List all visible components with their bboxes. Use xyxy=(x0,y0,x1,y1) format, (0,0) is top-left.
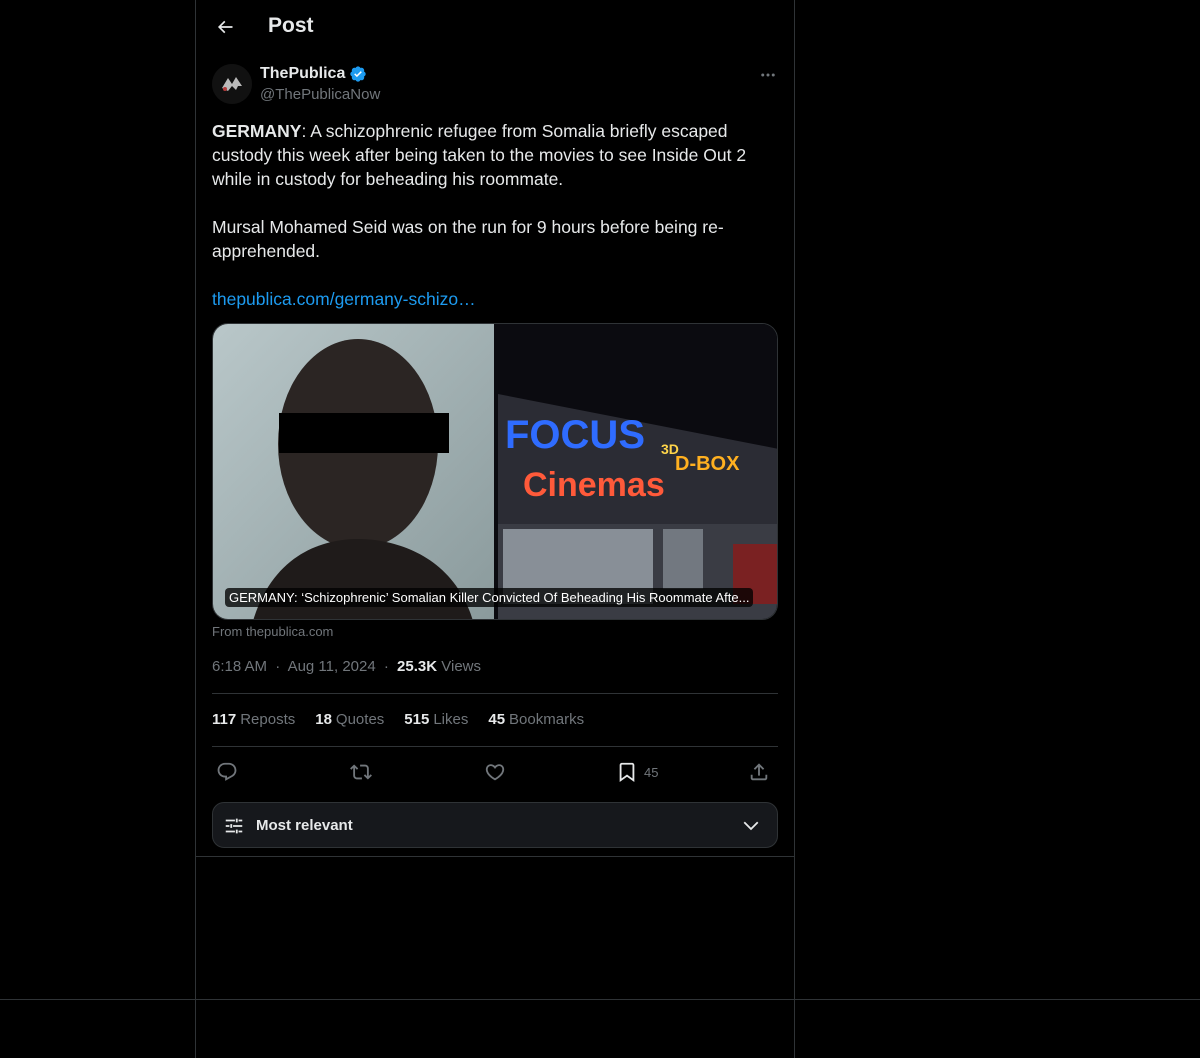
reply-sort-selector[interactable]: Most relevant xyxy=(212,802,778,848)
sign-3d-text: 3D xyxy=(661,441,679,457)
post-metadata: 6:18 AM · Aug 11, 2024 · 25.3K Views xyxy=(212,658,481,675)
share-button[interactable] xyxy=(748,758,770,786)
section-end-divider xyxy=(196,856,794,857)
author-handle[interactable]: @ThePublicaNow xyxy=(260,86,380,103)
post-time[interactable]: 6:18 AM xyxy=(212,658,267,675)
repost-button[interactable] xyxy=(350,758,372,786)
post-date[interactable]: Aug 11, 2024 xyxy=(288,658,376,675)
sign-dbox-text: D-BOX xyxy=(675,453,740,475)
bookmark-count: 45 xyxy=(644,764,659,780)
sign-cinemas-text: Cinemas xyxy=(523,466,665,504)
sign-focus-text: FOCUS xyxy=(505,413,645,457)
verified-badge-icon xyxy=(350,66,367,82)
meta-separator: · xyxy=(275,658,281,675)
chevron-down-icon xyxy=(743,821,759,831)
tweet-paragraph-2: Mursal Mohamed Seid was on the run for 9… xyxy=(212,217,724,261)
arrow-left-icon xyxy=(217,20,233,34)
publica-logo-icon xyxy=(212,64,252,104)
card-image: FOCUS Cinemas D-BOX 3D xyxy=(213,324,777,619)
views-count: 25.3K xyxy=(397,658,438,675)
tweet-lead-bold: GERMANY xyxy=(212,121,302,141)
author-name[interactable]: ThePublica xyxy=(260,65,367,83)
card-caption: GERMANY: ‘Schizophrenic’ Somalian Killer… xyxy=(225,588,754,607)
sliders-icon xyxy=(225,818,243,834)
more-dots-icon xyxy=(761,73,775,77)
views-label: Views xyxy=(441,658,481,675)
quotes-stat[interactable]: 18 Quotes xyxy=(315,711,384,728)
back-button[interactable] xyxy=(208,10,242,44)
page-title: Post xyxy=(268,14,314,37)
meta-separator-2: · xyxy=(383,658,389,675)
tweet-text: GERMANY: A schizophrenic refugee from So… xyxy=(212,119,778,311)
reposts-stat[interactable]: 117 Reposts xyxy=(212,711,295,728)
tweet-link[interactable]: thepublica.com/germany-schizo… xyxy=(212,289,476,309)
tweet-paragraph-1: GERMANY: A schizophrenic refugee from So… xyxy=(212,119,778,191)
heart-icon xyxy=(485,764,505,781)
link-preview-card[interactable]: FOCUS Cinemas D-BOX 3D GERMANY: ‘Schizop… xyxy=(212,323,778,620)
more-options-button[interactable] xyxy=(756,64,780,86)
main-column: Post ThePublica @ThePublicaNow GERMANY: … xyxy=(195,0,795,1058)
reply-icon xyxy=(217,762,237,781)
card-source[interactable]: From thepublica.com xyxy=(212,624,333,639)
divider xyxy=(212,693,778,694)
divider xyxy=(212,746,778,747)
like-button[interactable] xyxy=(484,758,506,786)
reply-button[interactable] xyxy=(216,758,238,786)
bookmarks-stat[interactable]: 45 Bookmarks xyxy=(488,711,584,728)
action-bar: 45 xyxy=(212,758,778,786)
repost-icon xyxy=(350,764,372,780)
bookmark-icon xyxy=(619,762,635,783)
bookmark-button[interactable]: 45 xyxy=(616,758,658,786)
avatar[interactable] xyxy=(212,64,252,104)
likes-stat[interactable]: 515 Likes xyxy=(404,711,468,728)
author-name-text: ThePublica xyxy=(260,65,346,82)
engagement-stats: 117 Reposts 18 Quotes 515 Likes 45 Bookmarks xyxy=(212,711,584,728)
share-icon xyxy=(750,763,768,781)
sort-label: Most relevant xyxy=(256,817,353,834)
post-header: Post xyxy=(196,0,794,54)
